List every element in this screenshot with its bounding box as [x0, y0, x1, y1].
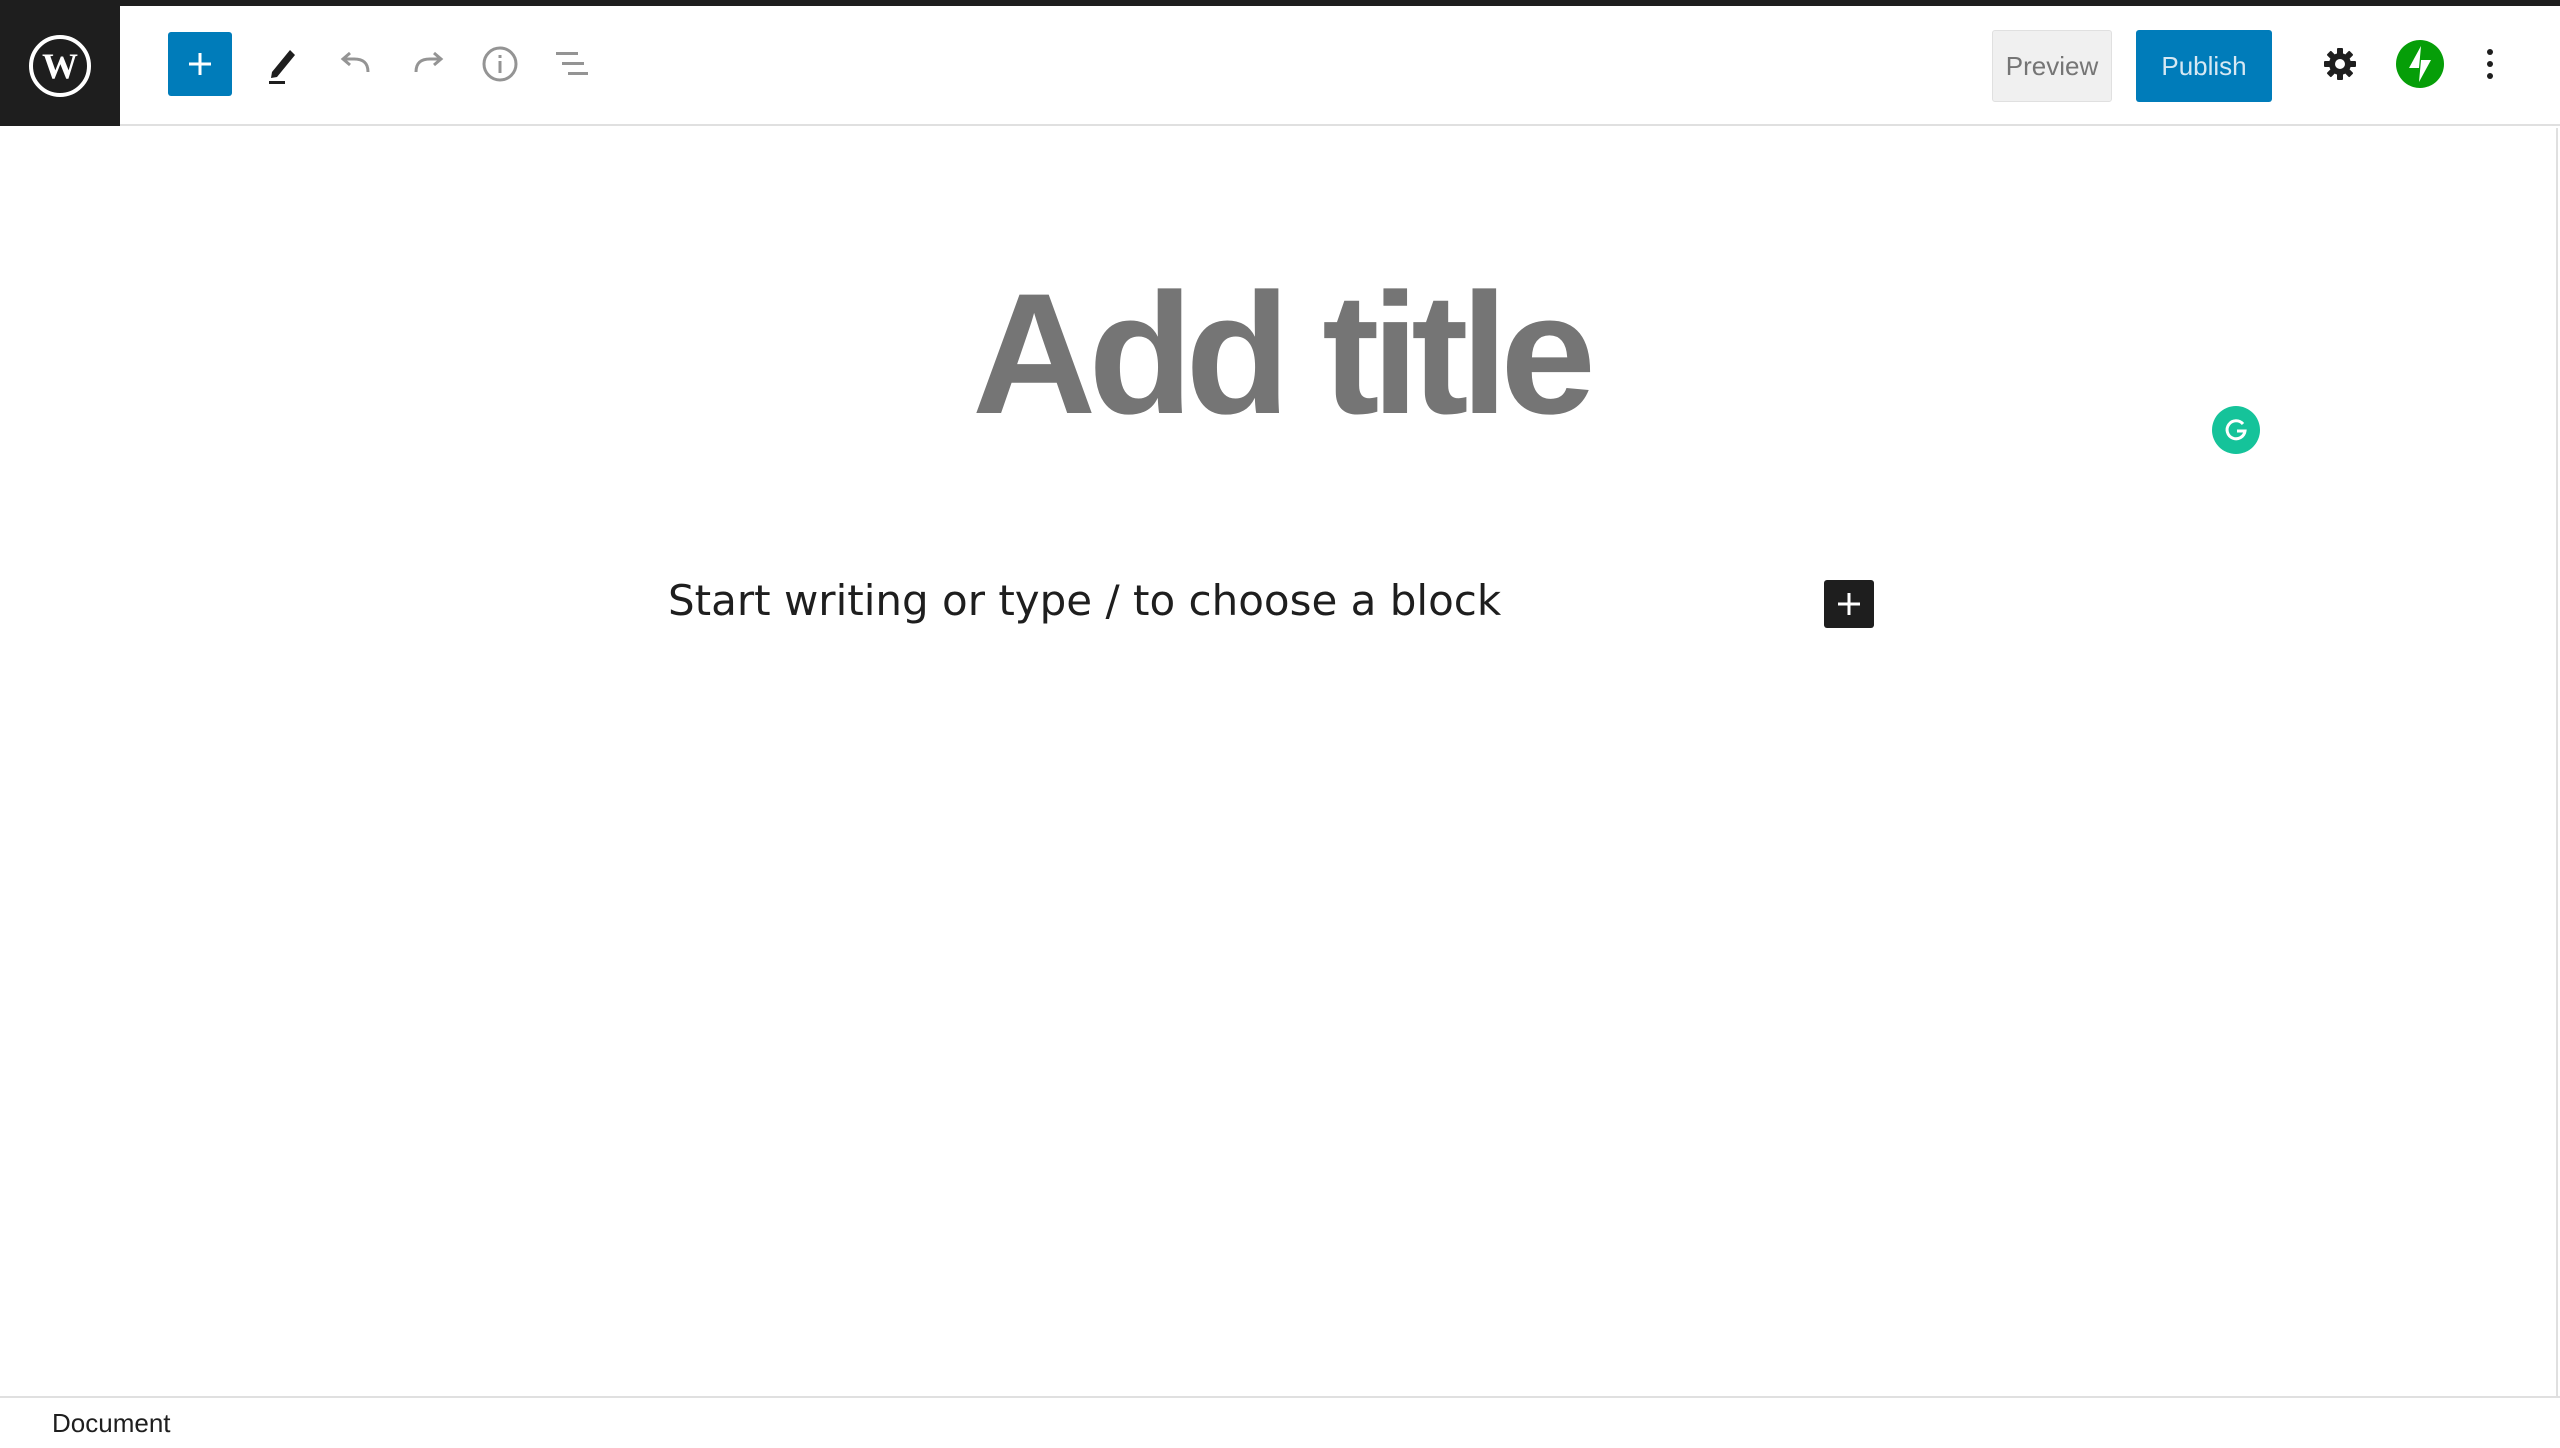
tools-button[interactable]	[250, 32, 314, 96]
wordpress-icon: W	[29, 35, 91, 97]
breadcrumb-document[interactable]: Document	[52, 1408, 171, 1439]
more-options-button[interactable]	[2458, 32, 2522, 96]
editor-canvas: Add title Start writing or type / to cho…	[0, 128, 2558, 1396]
more-vertical-icon	[2487, 49, 2493, 79]
plus-icon	[189, 53, 211, 75]
details-button[interactable]	[468, 32, 532, 96]
plus-icon	[1838, 593, 1860, 615]
list-view-icon	[556, 52, 588, 75]
grammarly-icon	[2225, 419, 2247, 441]
jetpack-button[interactable]	[2388, 32, 2452, 96]
preview-button[interactable]: Preview	[1992, 30, 2112, 102]
editor-app: W Preview Publish Add title Start writin…	[0, 0, 2560, 1448]
settings-button[interactable]	[2308, 32, 2372, 96]
wordpress-logo-button[interactable]: W	[0, 6, 120, 126]
redo-button[interactable]	[396, 32, 460, 96]
publish-button[interactable]: Publish	[2136, 30, 2272, 102]
add-block-button[interactable]	[168, 32, 232, 96]
undo-icon	[340, 51, 370, 73]
inline-add-block-button[interactable]	[1824, 580, 1874, 628]
pencil-icon	[269, 50, 295, 84]
post-title-input[interactable]: Add title	[0, 268, 2560, 440]
jetpack-bolt-icon	[2396, 40, 2444, 88]
info-icon	[482, 46, 518, 82]
gear-icon	[2324, 48, 2356, 80]
redo-icon	[414, 51, 444, 73]
list-view-button[interactable]	[540, 32, 604, 96]
svg-text:W: W	[42, 46, 78, 86]
block-placeholder[interactable]: Start writing or type / to choose a bloc…	[668, 576, 1501, 626]
grammarly-button[interactable]	[2212, 406, 2260, 454]
undo-button[interactable]	[324, 32, 388, 96]
block-breadcrumb-bar: Document	[0, 1396, 2560, 1448]
editor-header: W Preview Publish	[0, 6, 2560, 126]
